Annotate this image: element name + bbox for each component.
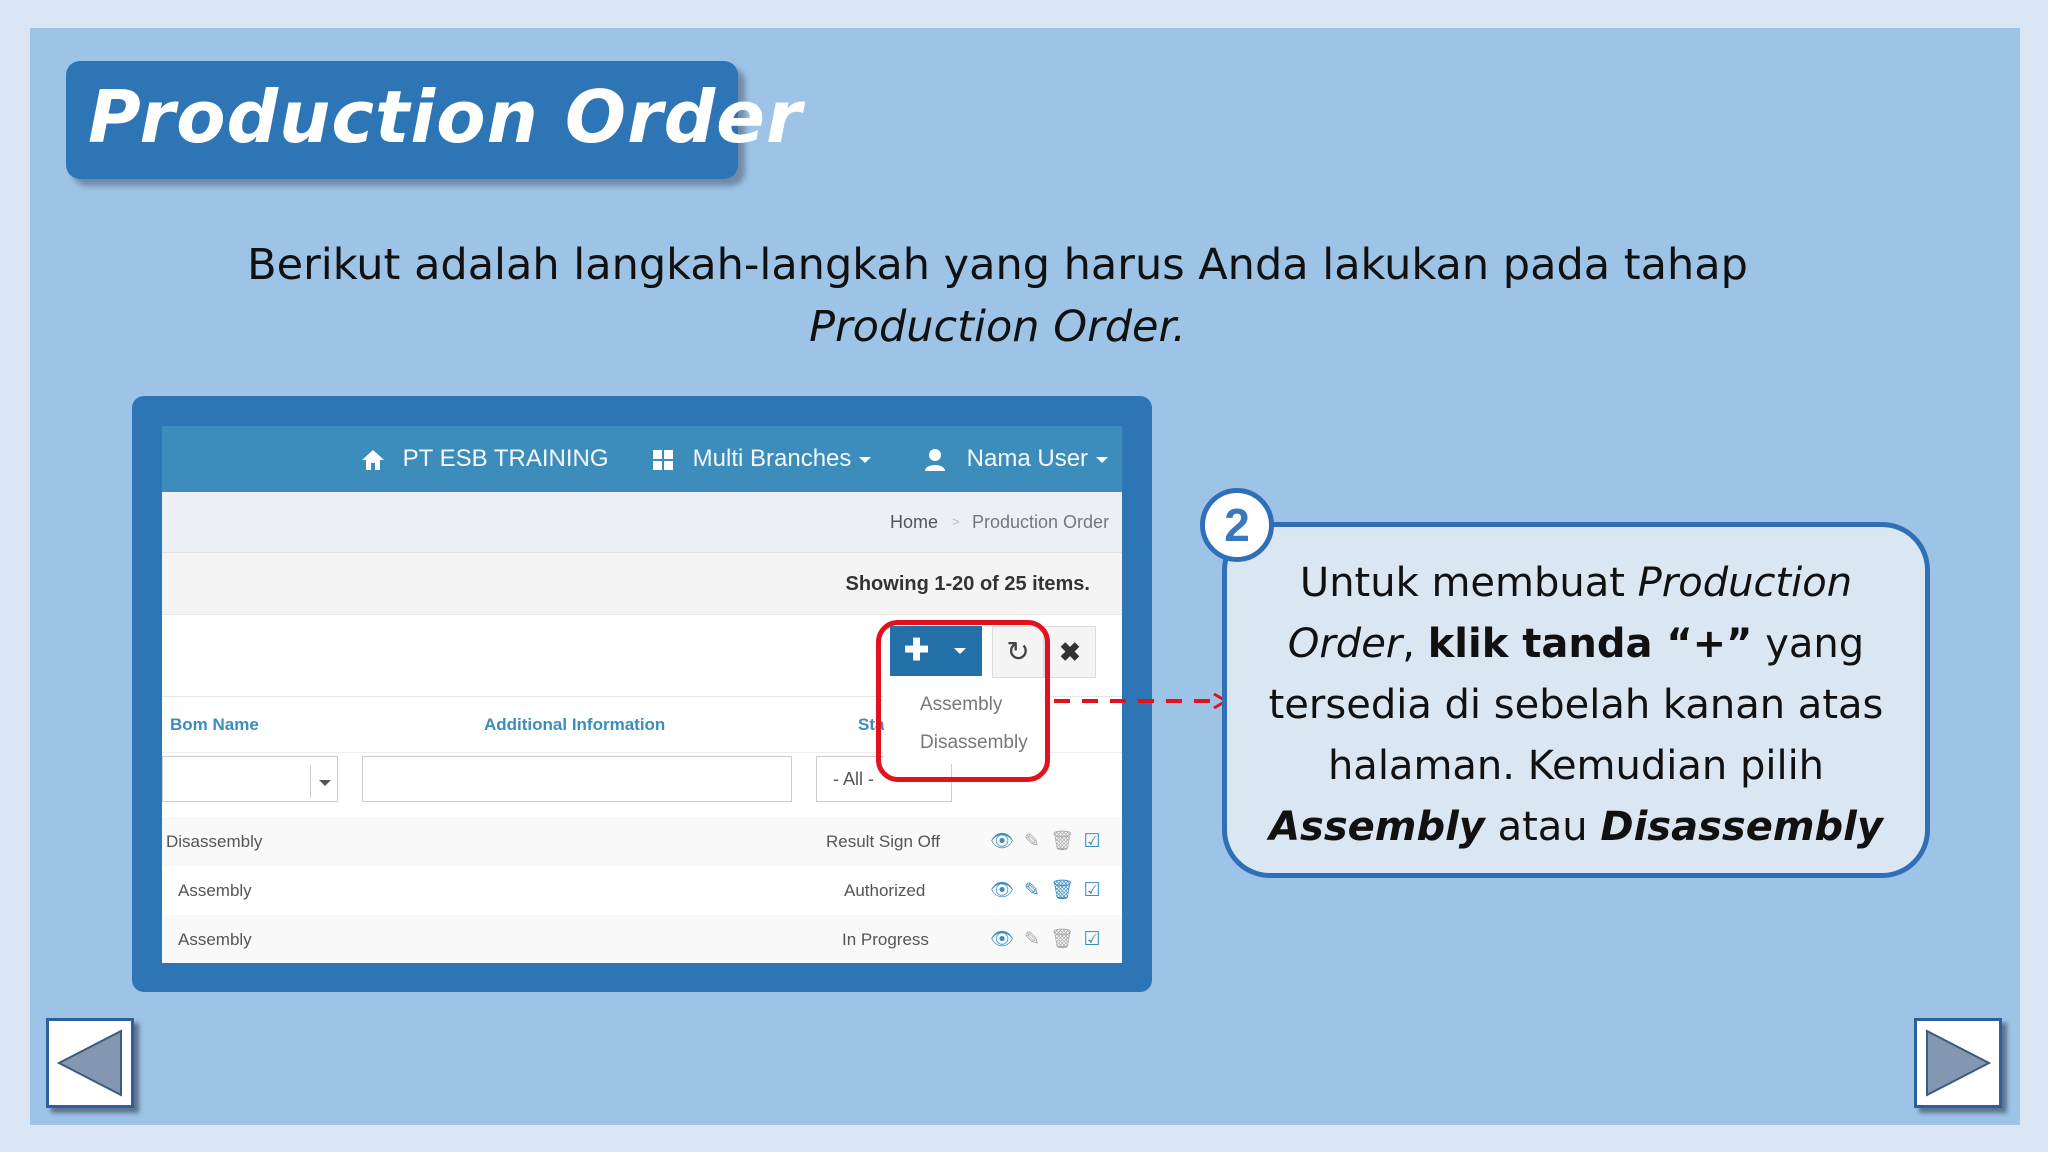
step-number-badge: 2 <box>1200 488 1274 562</box>
callout-line-2: Order, klik tanda “+” yang <box>1227 614 1925 675</box>
approve-icon[interactable]: ☑ <box>1077 866 1107 915</box>
callout-line-3: tersedia di sebelah kanan atas <box>1268 682 1884 728</box>
breadcrumb: Home > Production Order <box>162 492 1122 552</box>
highlight-box <box>876 620 1050 782</box>
breadcrumb-home[interactable]: Home <box>890 492 938 552</box>
delete-icon[interactable]: 🗑 <box>1047 915 1077 963</box>
table-row: Assembly Authorized 👁 ✎ 🗑 ☑ <box>162 866 1122 915</box>
view-icon[interactable]: 👁 <box>987 915 1017 963</box>
callout-text-part: yang <box>1752 621 1865 667</box>
nav-user[interactable]: Nama User <box>924 426 1109 492</box>
callout-text-part: atau <box>1484 804 1601 850</box>
chevron-down-icon <box>319 780 331 786</box>
callout-line-1: Untuk membuat Production <box>1227 553 1925 614</box>
nav-branches-label: Multi Branches <box>692 445 852 472</box>
pointer-arrow <box>1054 692 1229 710</box>
additional-information-filter[interactable] <box>362 756 792 802</box>
row-actions: 👁 ✎ 🗑 ☑ <box>987 817 1107 866</box>
clear-button[interactable]: ✖ <box>1044 626 1096 678</box>
row-bom-name: Assembly <box>178 930 252 949</box>
column-bom-name[interactable]: Bom Name <box>170 697 259 753</box>
table-row: Disassembly Result Sign Off 👁 ✎ 🗑 ☑ <box>162 817 1122 866</box>
view-icon[interactable]: 👁 <box>987 866 1017 915</box>
view-icon[interactable]: 👁 <box>987 817 1017 866</box>
table-row: Assembly In Progress 👁 ✎ 🗑 ☑ <box>162 915 1122 963</box>
triangle-left-icon <box>56 1029 122 1097</box>
approve-icon[interactable]: ☑ <box>1077 817 1107 866</box>
edit-icon[interactable]: ✎ <box>1017 817 1047 866</box>
triangle-right-icon <box>1926 1029 1992 1097</box>
edit-icon[interactable]: ✎ <box>1017 915 1047 963</box>
grid-icon <box>653 449 673 470</box>
top-navbar: PT ESB TRAINING Multi Branches Nama User <box>162 426 1122 492</box>
close-icon: ✖ <box>1059 637 1081 667</box>
column-additional-information[interactable]: Additional Information <box>484 697 665 753</box>
items-summary: Showing 1-20 of 25 items. <box>845 573 1090 595</box>
next-slide-button[interactable] <box>1914 1018 2002 1108</box>
row-status: In Progress <box>842 930 929 949</box>
row-actions: 👁 ✎ 🗑 ☑ <box>987 866 1107 915</box>
row-actions: 👁 ✎ 🗑 ☑ <box>987 915 1107 963</box>
row-bom-name: Disassembly <box>166 832 263 851</box>
previous-slide-button[interactable] <box>46 1018 134 1108</box>
breadcrumb-separator: > <box>952 514 960 529</box>
delete-icon[interactable]: 🗑 <box>1047 817 1077 866</box>
chevron-down-icon <box>859 456 872 463</box>
nav-company[interactable]: PT ESB TRAINING <box>360 426 609 492</box>
callout-text-strong: Assembly <box>1269 804 1485 850</box>
nav-company-label: PT ESB TRAINING <box>402 445 609 472</box>
callout-text-emphasis: Order <box>1287 621 1403 667</box>
row-bom-name: Assembly <box>178 881 252 900</box>
row-status: Authorized <box>844 881 926 900</box>
callout-line-4: halaman. Kemudian pilih <box>1327 743 1825 789</box>
user-icon <box>925 448 945 471</box>
summary-bar: Showing 1-20 of 25 items. <box>162 552 1122 615</box>
callout-text-strong: Disassembly <box>1600 804 1883 850</box>
chevron-down-icon <box>1096 456 1109 463</box>
callout-text-part: , <box>1402 621 1428 667</box>
nav-user-label: Nama User <box>966 445 1089 472</box>
home-icon <box>362 449 384 470</box>
row-status: Result Sign Off <box>826 832 941 851</box>
breadcrumb-current: Production Order <box>972 512 1110 532</box>
callout-text-strong: klik tanda “+” <box>1427 621 1753 667</box>
nav-branches[interactable]: Multi Branches <box>652 426 872 492</box>
callout-text-part: Untuk membuat <box>1299 560 1638 606</box>
bom-name-filter-toggle[interactable] <box>310 766 339 798</box>
callout-text: Untuk membuat Production Order, klik tan… <box>1227 553 1925 858</box>
edit-icon[interactable]: ✎ <box>1017 866 1047 915</box>
intro-text: Berikut adalah langkah-langkah yang haru… <box>200 234 1795 358</box>
delete-icon[interactable]: 🗑 <box>1047 866 1077 915</box>
approve-icon[interactable]: ☑ <box>1077 915 1107 963</box>
title-banner: Production Order <box>66 61 801 179</box>
callout-line-5: Assembly atau Disassembly <box>1227 797 1925 858</box>
instruction-callout: Untuk membuat Production Order, klik tan… <box>1222 522 1930 878</box>
slide-title: Production Order <box>88 75 803 159</box>
intro-line-1: Berikut adalah langkah-langkah yang haru… <box>247 240 1748 290</box>
intro-line-2: Production Order. <box>809 302 1186 352</box>
callout-text-emphasis: Production <box>1637 560 1853 606</box>
